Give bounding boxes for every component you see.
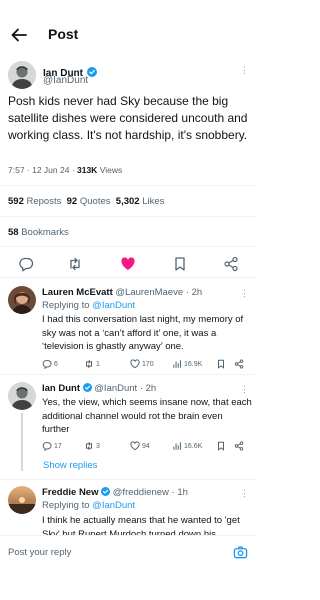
- bookmark-icon[interactable]: [172, 256, 188, 272]
- more-options-icon[interactable]: ⋮: [240, 65, 249, 76]
- bookmarks-stat: 58 Bookmarks: [8, 227, 69, 238]
- share-icon[interactable]: [234, 441, 244, 451]
- reply-text: I think he actually means that he wanted…: [42, 515, 240, 536]
- divider: [0, 479, 257, 480]
- replying-to: Replying to @IanDunt: [42, 300, 135, 311]
- reply-icon[interactable]: [18, 256, 34, 272]
- like-count: 94: [142, 442, 150, 450]
- avatar-freddie-new[interactable]: [8, 486, 36, 514]
- reply-author-row: Ian Dunt @IanDunt · 2h: [42, 383, 156, 394]
- replying-to-link[interactable]: @IanDunt: [92, 300, 135, 311]
- tweet-text: Posh kids never had Sky because the big …: [8, 94, 248, 142]
- show-replies-link[interactable]: Show replies: [43, 460, 97, 471]
- replying-to-link[interactable]: @IanDunt: [92, 500, 135, 511]
- page-title: Post: [48, 26, 79, 42]
- repost-icon[interactable]: [67, 256, 83, 272]
- repost-button[interactable]: 1: [84, 359, 100, 369]
- replying-to: Replying to @IanDunt: [42, 500, 135, 511]
- reply-text: Yes, the view, which seems insane now, t…: [42, 397, 252, 435]
- divider: [0, 246, 257, 247]
- share-icon[interactable]: [223, 256, 239, 272]
- views-count: 313K: [77, 165, 98, 175]
- more-options-icon[interactable]: ⋮: [240, 488, 249, 499]
- divider: [0, 216, 257, 217]
- bookmarks-label[interactable]: Bookmarks: [21, 227, 69, 238]
- bookmark-icon[interactable]: [216, 441, 226, 451]
- divider: [0, 374, 257, 375]
- replying-prefix: Replying to: [42, 500, 93, 511]
- back-arrow-icon[interactable]: [10, 26, 28, 44]
- repost-count: 1: [96, 360, 100, 368]
- reply-input[interactable]: Post your reply: [8, 547, 71, 558]
- thread-line: [21, 413, 23, 471]
- views-button[interactable]: 16.6K: [172, 441, 202, 451]
- avatar-ian-dunt[interactable]: [8, 382, 36, 410]
- views-label: Views: [97, 165, 123, 175]
- likes-count[interactable]: 5,302: [116, 196, 140, 207]
- likes-label[interactable]: Likes: [142, 196, 164, 207]
- divider: [0, 277, 257, 278]
- reply-author-handle[interactable]: @LaurenMaeve · 2h: [115, 287, 202, 298]
- like-filled-icon[interactable]: [120, 256, 136, 272]
- bookmarks-count[interactable]: 58: [8, 227, 19, 238]
- reply-author-name[interactable]: Lauren McEvatt: [42, 287, 113, 298]
- reply-button[interactable]: 17: [42, 441, 62, 451]
- reply-button[interactable]: 6: [42, 359, 58, 369]
- reply-author-row: Freddie New @freddienew · 1h: [42, 487, 188, 498]
- repost-count: 3: [96, 442, 100, 450]
- reply-author-handle[interactable]: @freddienew · 1h: [113, 487, 188, 498]
- repost-button[interactable]: 3: [84, 441, 100, 451]
- more-options-icon[interactable]: ⋮: [240, 384, 249, 395]
- views-count: 16.6K: [184, 442, 203, 450]
- like-button[interactable]: 170: [130, 359, 154, 369]
- verified-badge-icon: [87, 67, 98, 77]
- reply-count: 17: [54, 442, 62, 450]
- reply-text: I had this conversation last night, my m…: [42, 314, 244, 352]
- tweet-timestamp[interactable]: 7:57 · 12 Jun 24 ·: [8, 165, 77, 175]
- share-icon[interactable]: [234, 359, 244, 369]
- reply-author-row: Lauren McEvatt @LaurenMaeve · 2h: [42, 287, 202, 298]
- top-bar: Post: [0, 0, 257, 70]
- reply-author-name[interactable]: Freddie New: [42, 487, 99, 498]
- views-button[interactable]: 16.9K: [172, 359, 202, 369]
- engagement-stats: 592 Reposts 92 Quotes 5,302 Likes: [8, 196, 164, 207]
- reposts-count[interactable]: 592: [8, 196, 24, 207]
- quotes-count[interactable]: 92: [67, 196, 78, 207]
- bookmark-icon[interactable]: [216, 359, 226, 369]
- replying-prefix: Replying to: [42, 300, 93, 311]
- camera-icon[interactable]: [233, 545, 248, 560]
- reply-actions: 17 3 94 16.6K: [42, 441, 252, 453]
- tweet-meta: 7:57 · 12 Jun 24 · 313K Views: [8, 165, 122, 175]
- verified-badge-icon: [82, 383, 92, 392]
- avatar-ian-dunt[interactable]: [8, 61, 36, 89]
- reply-actions: 6 1 170 16.9K: [42, 359, 252, 371]
- verified-badge-icon: [101, 487, 111, 496]
- reply-composer: Post your reply: [0, 535, 257, 575]
- views-count: 16.9K: [184, 360, 203, 368]
- author-handle[interactable]: @IanDunt: [43, 75, 88, 86]
- reply-author-handle[interactable]: @IanDunt · 2h: [94, 383, 156, 394]
- divider: [0, 185, 257, 186]
- more-options-icon[interactable]: ⋮: [240, 288, 249, 299]
- like-count: 170: [142, 360, 154, 368]
- reply-author-name[interactable]: Ian Dunt: [42, 383, 80, 394]
- like-button[interactable]: 94: [130, 441, 150, 451]
- reply-count: 6: [54, 360, 58, 368]
- reposts-label[interactable]: Reposts: [27, 196, 62, 207]
- avatar-lauren-mcevatt[interactable]: [8, 286, 36, 314]
- quotes-label[interactable]: Quotes: [80, 196, 111, 207]
